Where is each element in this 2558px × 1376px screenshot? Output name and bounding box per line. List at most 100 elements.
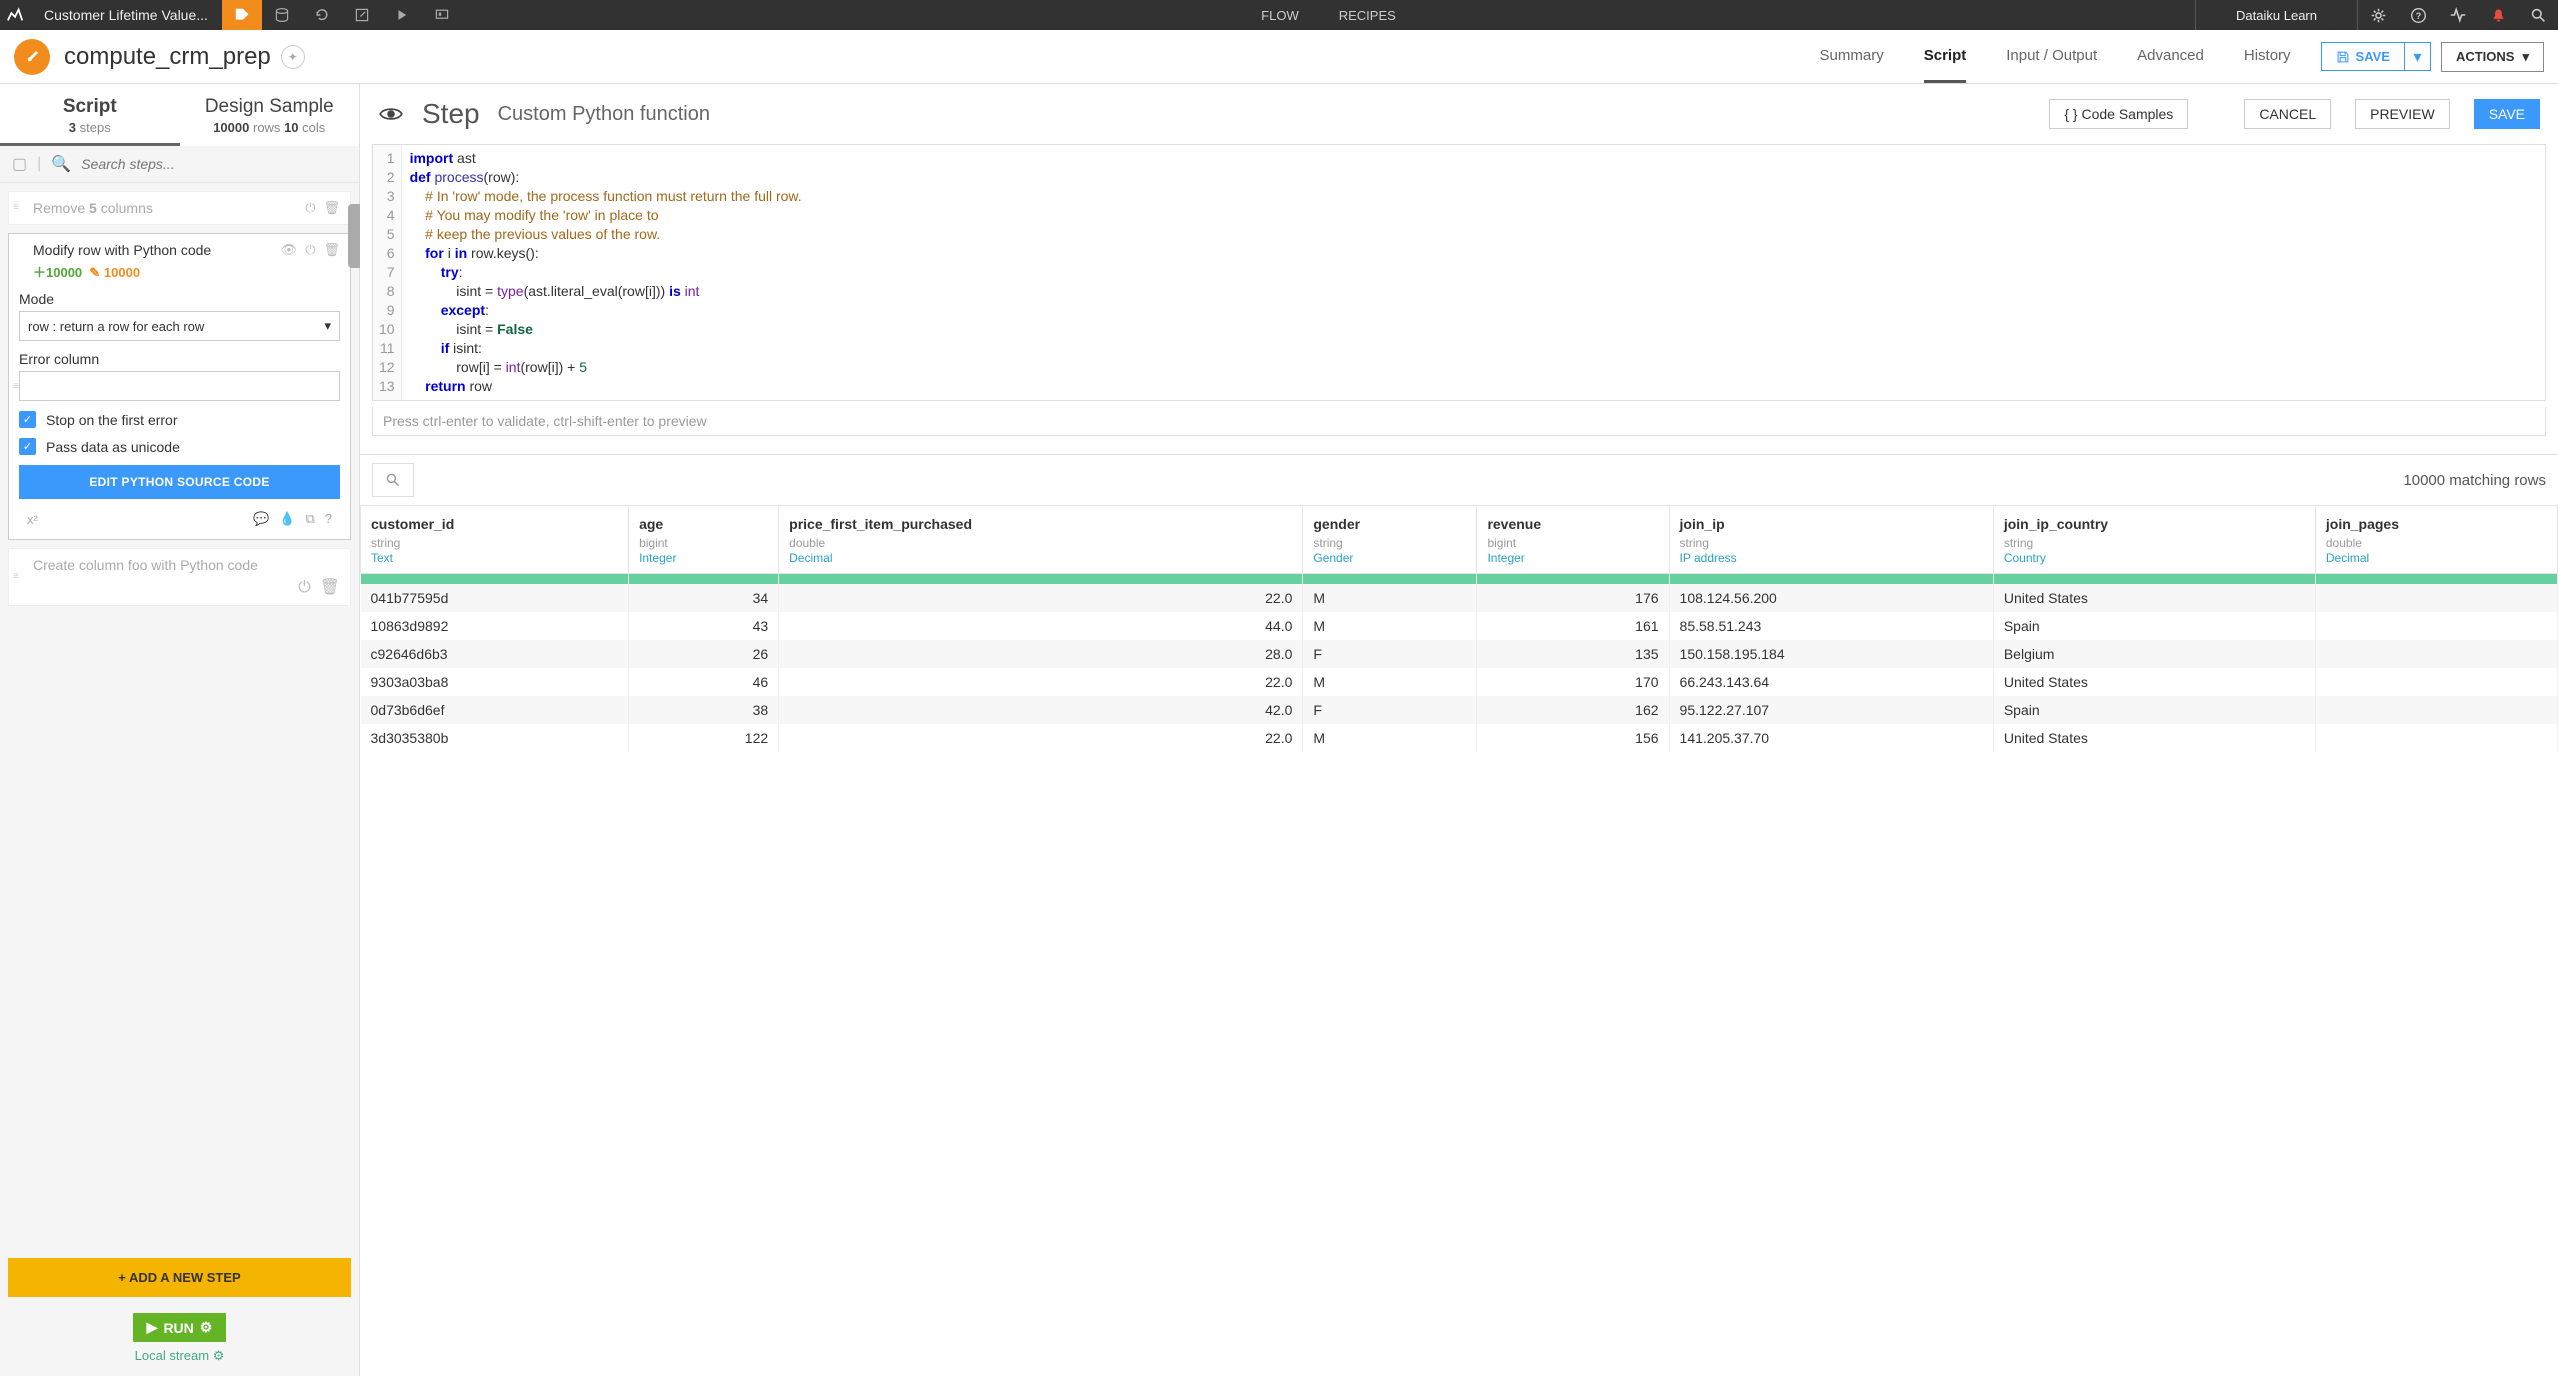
- step-title: Remove 5 columns: [33, 200, 153, 216]
- column-header[interactable]: join_ip_countrystringCountry: [1993, 506, 2315, 574]
- table-row[interactable]: 0d73b6d6ef3842.0F16295.122.27.107Spain: [361, 696, 2558, 724]
- trash-icon[interactable]: 🗑: [323, 242, 340, 258]
- cancel-button[interactable]: CANCEL: [2244, 99, 2331, 129]
- power-icon[interactable]: ⏻: [305, 200, 315, 216]
- save-label: SAVE: [2356, 49, 2390, 64]
- tab-io[interactable]: Input / Output: [2006, 31, 2097, 83]
- table-row[interactable]: 3d3035380b12222.0M156141.205.37.70United…: [361, 724, 2558, 752]
- table-row[interactable]: 9303a03ba84622.0M17066.243.143.64United …: [361, 668, 2558, 696]
- compass-icon[interactable]: ✦: [281, 45, 305, 69]
- checkbox-checked-icon[interactable]: ✓: [19, 411, 36, 428]
- step-header-subtitle: Custom Python function: [498, 103, 710, 126]
- save-dropdown[interactable]: ▾: [2405, 42, 2431, 71]
- stop-on-error-row[interactable]: ✓ Stop on the first error: [19, 411, 340, 428]
- formula-icon[interactable]: x²: [27, 512, 38, 527]
- power-icon[interactable]: ⏻: [305, 242, 315, 258]
- preview-button[interactable]: PREVIEW: [2355, 99, 2450, 129]
- dataset-icon[interactable]: [262, 0, 302, 30]
- recipe-title: compute_crm_prep: [64, 43, 271, 71]
- add-new-step-button[interactable]: + ADD A NEW STEP: [8, 1258, 351, 1297]
- trash-icon[interactable]: 🗑: [320, 579, 340, 596]
- pass-unicode-row[interactable]: ✓ Pass data as unicode: [19, 438, 340, 455]
- eye-icon[interactable]: 👁: [281, 242, 298, 258]
- step-remove-columns[interactable]: ≡ Remove 5 columns ⏻ 🗑: [8, 191, 351, 225]
- run-button[interactable]: ▶ RUN ⚙: [133, 1313, 227, 1342]
- project-name[interactable]: Customer Lifetime Value...: [30, 7, 222, 23]
- step-create-foo[interactable]: ≡ Create column foo with Python code ⏻ 🗑: [8, 548, 351, 606]
- actions-label: ACTIONS: [2456, 49, 2515, 64]
- data-table: customer_idstringTextagebigintIntegerpri…: [360, 505, 2558, 752]
- nav-recipes[interactable]: RECIPES: [1339, 8, 1396, 23]
- pulse-icon[interactable]: [2438, 0, 2478, 30]
- column-header[interactable]: price_first_item_purchaseddoubleDecimal: [779, 506, 1303, 574]
- learn-link[interactable]: Dataiku Learn: [2195, 0, 2358, 30]
- nav-flow[interactable]: FLOW: [1261, 8, 1299, 23]
- column-header[interactable]: revenuebigintInteger: [1477, 506, 1669, 574]
- chevron-down-icon: ▾: [324, 318, 331, 334]
- tab-history[interactable]: History: [2244, 31, 2291, 83]
- step-modify-python[interactable]: ≡ Modify row with Python code 👁 ⏻ 🗑 ＋100…: [8, 233, 351, 540]
- code-editor[interactable]: 12345678910111213 import ast def process…: [372, 144, 2546, 401]
- tab-advanced[interactable]: Advanced: [2137, 31, 2204, 83]
- error-column-input[interactable]: [19, 371, 340, 401]
- drop-icon[interactable]: 💧: [279, 511, 295, 527]
- code-samples-button[interactable]: { } Code Samples: [2049, 99, 2188, 129]
- edit-python-button[interactable]: EDIT PYTHON SOURCE CODE: [19, 465, 340, 499]
- column-header[interactable]: customer_idstringText: [361, 506, 629, 574]
- gear-icon[interactable]: [2358, 0, 2398, 30]
- stream-label[interactable]: Local stream ⚙: [0, 1348, 359, 1364]
- tab-summary[interactable]: Summary: [1820, 31, 1884, 83]
- run-gear-icon[interactable]: ⚙: [200, 1319, 213, 1336]
- recipe-brush-icon: [14, 39, 50, 75]
- left-tab-script[interactable]: Script 3 steps: [0, 84, 180, 146]
- mode-select[interactable]: row : return a row for each row▾: [19, 311, 340, 341]
- bell-icon[interactable]: [2478, 0, 2518, 30]
- comment-icon[interactable]: 💬: [253, 511, 269, 527]
- play-icon[interactable]: [382, 0, 422, 30]
- column-header[interactable]: agebigintInteger: [629, 506, 779, 574]
- left-tab-script-title: Script: [0, 96, 180, 118]
- resize-handle[interactable]: [348, 204, 360, 268]
- drag-handle-icon[interactable]: ≡: [13, 572, 19, 582]
- table-row[interactable]: c92646d6b32628.0F135150.158.195.184Belgi…: [361, 640, 2558, 668]
- step-header-title: Step: [422, 98, 480, 130]
- table-search-button[interactable]: [372, 463, 414, 497]
- save-button[interactable]: SAVE: [2321, 42, 2405, 71]
- edit-icon[interactable]: [342, 0, 382, 30]
- error-column-label: Error column: [19, 351, 340, 367]
- help-icon[interactable]: ?: [2398, 0, 2438, 30]
- matching-rows-label: 10000 matching rows: [2403, 472, 2546, 489]
- table-row[interactable]: 041b77595d3422.0M176108.124.56.200United…: [361, 584, 2558, 612]
- logo-icon[interactable]: [0, 0, 30, 30]
- global-topbar: Customer Lifetime Value... FLOW RECIPES …: [0, 0, 2558, 30]
- actions-button[interactable]: ACTIONS ▾: [2441, 42, 2544, 72]
- drag-handle-icon[interactable]: ≡: [13, 203, 19, 213]
- column-header[interactable]: genderstringGender: [1303, 506, 1477, 574]
- checkbox-checked-icon[interactable]: ✓: [19, 438, 36, 455]
- help-small-icon[interactable]: ?: [325, 511, 332, 527]
- step-save-button[interactable]: SAVE: [2474, 99, 2540, 129]
- power-icon[interactable]: ⏻: [298, 579, 311, 596]
- select-all-checkbox[interactable]: ▢: [12, 154, 27, 174]
- screen-icon[interactable]: [422, 0, 462, 30]
- drag-handle-icon[interactable]: ≡: [13, 382, 19, 392]
- left-tab-design[interactable]: Design Sample 10000 rows 10 cols: [180, 84, 360, 146]
- search-icon[interactable]: [2518, 0, 2558, 30]
- recipe-tab-icon[interactable]: [222, 0, 262, 30]
- main-panel: Step Custom Python function { } Code Sam…: [360, 84, 2558, 1376]
- tab-script[interactable]: Script: [1924, 31, 1967, 83]
- eye-visible-icon[interactable]: [378, 101, 404, 127]
- svg-text:?: ?: [2415, 10, 2421, 20]
- recipe-subheader: compute_crm_prep ✦ Summary Script Input …: [0, 30, 2558, 84]
- steps-search-input[interactable]: [81, 156, 347, 172]
- column-header[interactable]: join_pagesdoubleDecimal: [2315, 506, 2557, 574]
- copy-icon[interactable]: ⧉: [305, 511, 314, 527]
- refresh-icon[interactable]: [302, 0, 342, 30]
- code-hint: Press ctrl-enter to validate, ctrl-shift…: [372, 407, 2546, 436]
- table-row[interactable]: 10863d98924344.0M16185.58.51.243Spain: [361, 612, 2558, 640]
- left-panel: Script 3 steps Design Sample 10000 rows …: [0, 84, 360, 1376]
- trash-icon[interactable]: 🗑: [323, 200, 340, 216]
- left-tab-design-title: Design Sample: [180, 96, 360, 118]
- mode-label: Mode: [19, 291, 340, 307]
- column-header[interactable]: join_ipstringIP address: [1669, 506, 1993, 574]
